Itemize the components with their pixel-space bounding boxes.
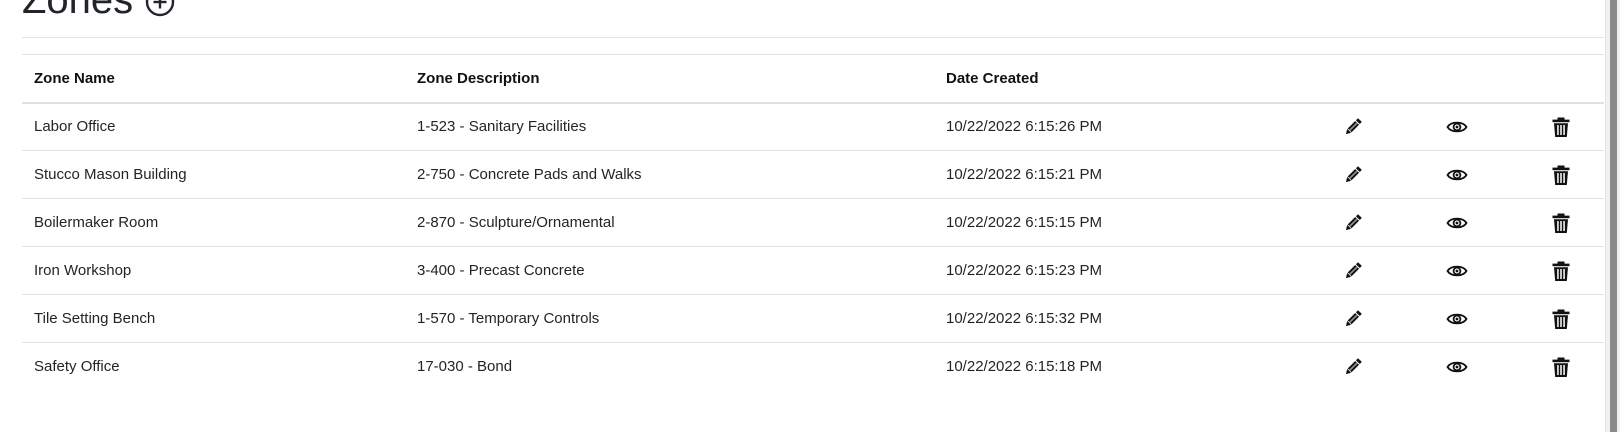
zone-description-cell: 1-570 - Temporary Controls [417,310,600,327]
zone-description-cell: 1-523 - Sanitary Facilities [417,118,587,136]
delete-cell [1528,103,1604,151]
pencil-icon [1345,358,1362,374]
pencil-icon [1345,309,1362,326]
edit-cell [1324,103,1426,151]
trash-icon [1552,117,1570,137]
title-row: Zones [22,0,175,28]
zone-description-cell: 2-750 - Concrete Pads and Walks [417,166,642,183]
add-zone-button[interactable] [145,0,175,17]
trash-icon [1552,165,1570,185]
pencil-icon [1345,165,1362,182]
header-delete [1528,55,1604,103]
zone-name-cell: Iron Workshop [34,262,132,279]
table-header-row: Zone Name Zone Description Date Created [22,54,1604,103]
header-zone-name[interactable]: Zone Name [22,55,405,103]
edit-button[interactable] [1342,260,1364,282]
view-cell [1426,151,1528,199]
plus-circle-icon [145,0,175,17]
table-row: Tile Setting Bench 1-570 - Temporary Con… [22,295,1604,343]
edit-cell [1324,295,1426,343]
delete-button[interactable] [1550,116,1572,138]
eye-icon [1446,217,1468,228]
title-divider [22,37,1604,38]
pencil-icon [1345,118,1362,134]
view-cell [1426,199,1528,247]
delete-button[interactable] [1550,260,1572,282]
date-created-cell: 10/22/2022 6:15:21 PM [946,166,1102,183]
trash-icon [1552,357,1570,377]
delete-cell [1528,295,1604,343]
delete-cell [1528,151,1604,199]
header-edit [1324,55,1426,103]
eye-icon [1446,169,1468,180]
zone-name-cell: Labor Office [34,118,116,136]
trash-icon [1552,261,1570,281]
view-button[interactable] [1446,260,1468,282]
header-view [1426,55,1528,103]
zone-name-cell: Stucco Mason Building [34,166,187,183]
zones-page: Zones Zone Name Zone Description Date Cr… [0,0,1620,432]
edit-button[interactable] [1342,308,1364,330]
scrollbar-thumb[interactable] [1610,0,1617,432]
eye-icon [1446,313,1468,324]
edit-button[interactable] [1342,164,1364,186]
delete-button[interactable] [1550,356,1572,378]
eye-icon [1446,121,1468,132]
edit-button[interactable] [1342,212,1364,234]
header-zone-description[interactable]: Zone Description [405,55,934,103]
date-created-cell: 10/22/2022 6:15:15 PM [946,214,1102,231]
view-cell [1426,247,1528,295]
eye-icon [1446,265,1468,276]
edit-cell [1324,151,1426,199]
table-row: Safety Office 17-030 - Bond 10/22/2022 6… [22,343,1604,391]
view-cell [1426,295,1528,343]
trash-icon [1552,213,1570,233]
date-created-cell: 10/22/2022 6:15:23 PM [946,262,1102,279]
edit-button[interactable] [1342,116,1364,138]
table-row: Labor Office 1-523 - Sanitary Facilities… [22,103,1604,151]
view-button[interactable] [1446,356,1468,378]
header-date-created[interactable]: Date Created [934,55,1324,103]
view-cell [1426,343,1528,391]
zone-name-cell: Safety Office [34,358,120,376]
vertical-scrollbar[interactable] [1605,0,1620,432]
delete-button[interactable] [1550,308,1572,330]
delete-cell [1528,199,1604,247]
edit-cell [1324,343,1426,391]
zone-name-cell: Tile Setting Bench [34,310,156,327]
zone-description-cell: 17-030 - Bond [417,358,513,376]
date-created-cell: 10/22/2022 6:15:26 PM [946,118,1102,136]
delete-button[interactable] [1550,164,1572,186]
zone-name-cell: Boilermaker Room [34,214,159,231]
edit-button[interactable] [1342,356,1364,378]
view-button[interactable] [1446,164,1468,186]
date-created-cell: 10/22/2022 6:15:32 PM [946,310,1102,327]
view-button[interactable] [1446,308,1468,330]
zone-description-cell: 2-870 - Sculpture/Ornamental [417,214,615,231]
table-row: Boilermaker Room 2-870 - Sculpture/Ornam… [22,199,1604,247]
edit-cell [1324,199,1426,247]
table-row: Stucco Mason Building 2-750 - Concrete P… [22,151,1604,199]
zones-table: Zone Name Zone Description Date Created … [22,54,1604,391]
trash-icon [1552,309,1570,329]
edit-cell [1324,247,1426,295]
view-button[interactable] [1446,212,1468,234]
pencil-icon [1345,261,1362,278]
page-title: Zones [22,0,134,22]
view-cell [1426,103,1528,151]
eye-icon [1446,361,1468,372]
pencil-icon [1345,213,1362,230]
delete-button[interactable] [1550,212,1572,234]
zone-description-cell: 3-400 - Precast Concrete [417,262,585,279]
delete-cell [1528,247,1604,295]
table-row: Iron Workshop 3-400 - Precast Concrete 1… [22,247,1604,295]
zones-table-body: Labor Office 1-523 - Sanitary Facilities… [22,103,1604,391]
delete-cell [1528,343,1604,391]
date-created-cell: 10/22/2022 6:15:18 PM [946,358,1102,376]
view-button[interactable] [1446,116,1468,138]
